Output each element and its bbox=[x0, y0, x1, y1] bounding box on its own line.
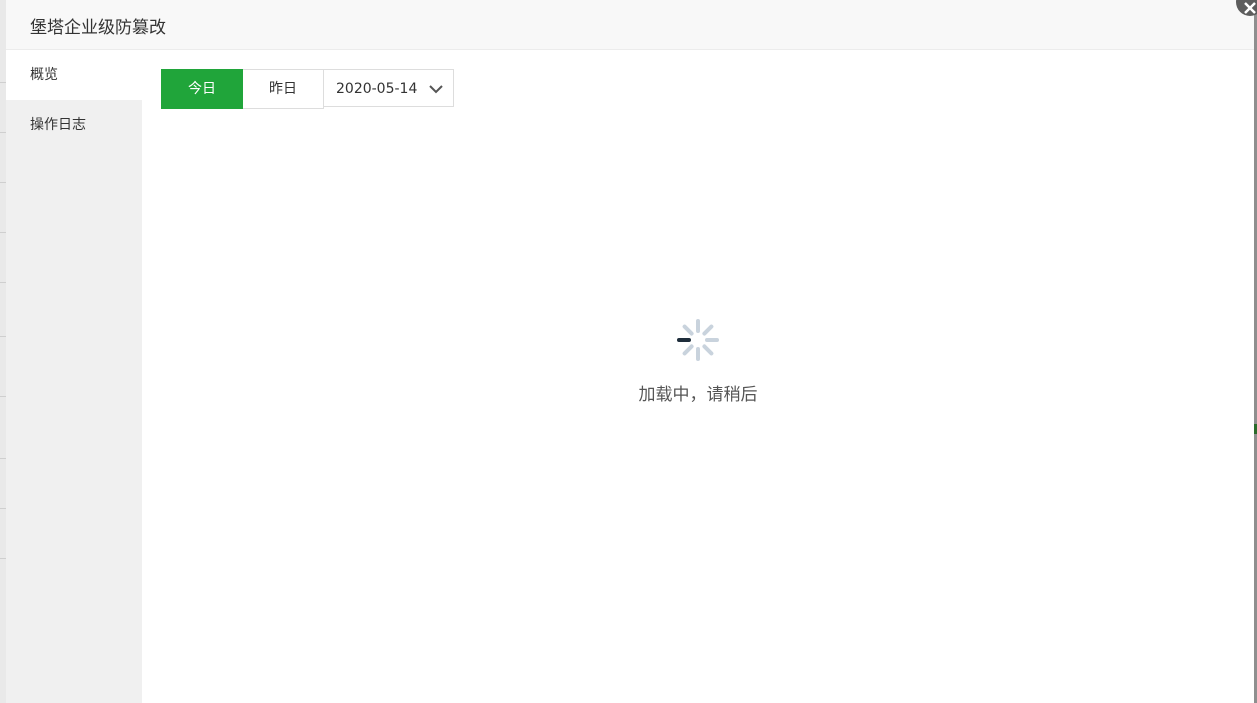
main-content: 今日 昨日 2020-05-14 加载中，请稍后 bbox=[142, 50, 1254, 703]
sidebar-item-label: 操作日志 bbox=[30, 117, 86, 133]
date-select[interactable]: 2020-05-14 bbox=[324, 69, 454, 107]
close-icon bbox=[1244, 2, 1256, 14]
spinner-icon bbox=[677, 319, 719, 361]
date-filter-group: 今日 昨日 2020-05-14 bbox=[161, 69, 454, 109]
dialog-title: 堡塔企业级防篡改 bbox=[30, 18, 166, 38]
chevron-down-icon bbox=[429, 85, 443, 94]
selected-date: 2020-05-14 bbox=[336, 81, 418, 97]
yesterday-button[interactable]: 昨日 bbox=[243, 69, 324, 109]
sidebar: 概览 操作日志 bbox=[6, 50, 142, 703]
loading-text: 加载中，请稍后 bbox=[638, 385, 758, 405]
loading-indicator: 加载中，请稍后 bbox=[142, 318, 1254, 405]
dialog-header: 堡塔企业级防篡改 bbox=[6, 0, 1254, 50]
sidebar-item-operation-log[interactable]: 操作日志 bbox=[6, 100, 142, 150]
sidebar-item-overview[interactable]: 概览 bbox=[6, 50, 142, 100]
sidebar-item-label: 概览 bbox=[30, 67, 58, 83]
today-button[interactable]: 今日 bbox=[161, 69, 243, 109]
tamper-protection-dialog: 堡塔企业级防篡改 概览 操作日志 今日 昨日 2020-05-14 加载中，请稍… bbox=[6, 0, 1254, 703]
